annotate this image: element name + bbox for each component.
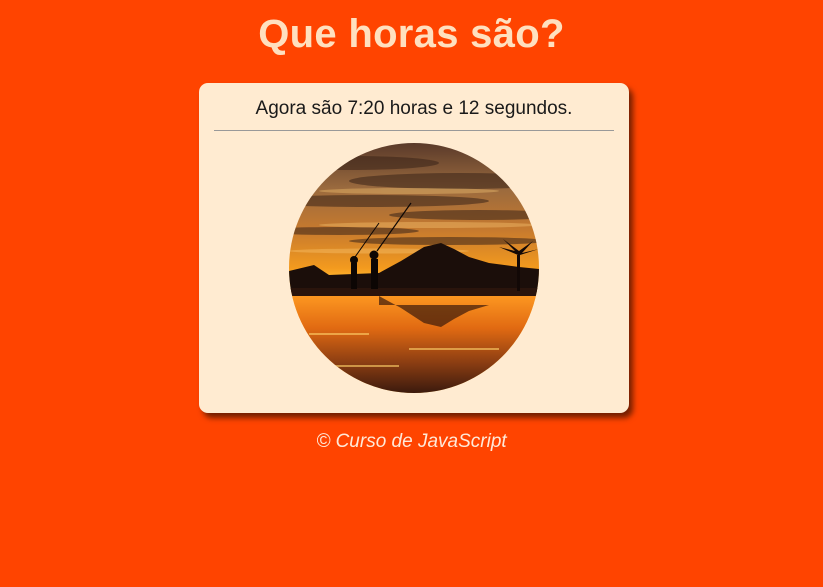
sunset-photo-icon <box>289 143 539 393</box>
page-header: Que horas são? <box>0 0 823 64</box>
sunset-photo <box>289 143 539 393</box>
footer-credit: © Curso de JavaScript <box>316 431 507 452</box>
clock-card: Agora são 7:20 horas e 12 segundos. <box>199 83 629 413</box>
divider <box>214 130 614 131</box>
time-message: Agora são 7:20 horas e 12 segundos. <box>255 98 573 119</box>
page-title: Que horas são? <box>258 12 565 56</box>
